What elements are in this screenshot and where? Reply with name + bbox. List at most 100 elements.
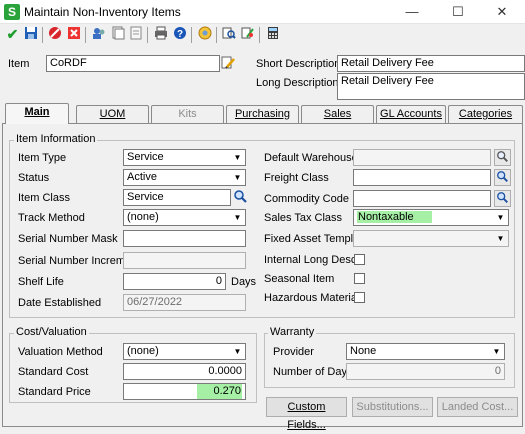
- fixed-asset-template-select[interactable]: ▼: [353, 230, 509, 247]
- hazardous-material-label: Hazardous Material: [264, 292, 360, 304]
- serial-mask-label: Serial Number Mask: [18, 233, 118, 245]
- shelf-life-field[interactable]: 0: [123, 273, 226, 290]
- standard-price-label: Standard Price: [18, 386, 91, 398]
- item-label: Item: [8, 58, 30, 70]
- track-method-label: Track Method: [18, 212, 85, 224]
- provider-label: Provider: [273, 346, 314, 358]
- sales-tax-class-select[interactable]: Nontaxable ▼: [353, 209, 509, 226]
- check-icon[interactable]: ✔: [4, 26, 21, 43]
- chevron-down-icon: ▼: [233, 173, 242, 182]
- item-type-label: Item Type: [18, 152, 67, 164]
- tab-categories[interactable]: Categories: [448, 105, 523, 123]
- toolbar-separator: [85, 27, 86, 43]
- seasonal-item-label: Seasonal Item: [264, 273, 335, 285]
- long-description-field[interactable]: Retail Delivery Fee: [337, 73, 525, 100]
- standard-price-value: 0.270: [197, 384, 242, 399]
- notes-icon[interactable]: [127, 26, 144, 43]
- status-label: Status: [18, 172, 50, 184]
- short-description-field[interactable]: Retail Delivery Fee: [337, 55, 525, 72]
- standard-price-field[interactable]: 0.270: [123, 383, 246, 400]
- commodity-code-label: Commodity Code: [264, 193, 349, 205]
- landed-cost-button[interactable]: Landed Cost...: [437, 397, 518, 417]
- toolbar-separator: [216, 27, 217, 43]
- freight-class-search-icon[interactable]: [494, 169, 511, 186]
- warranty-title: Warranty: [268, 326, 317, 338]
- tab-uom[interactable]: UOM: [76, 105, 149, 123]
- item-information-group: [9, 140, 515, 318]
- item-information-title: Item Information: [14, 133, 98, 145]
- long-description-label: Long Description: [256, 77, 339, 89]
- sales-tax-class-value: Nontaxable: [357, 211, 432, 223]
- valuation-method-label: Valuation Method: [18, 346, 103, 358]
- close-button[interactable]: ✕: [479, 0, 525, 24]
- serial-increment-field[interactable]: [123, 252, 246, 269]
- delete-icon[interactable]: [46, 26, 63, 43]
- cancel-icon[interactable]: [65, 26, 82, 43]
- toolbar-separator: [191, 27, 192, 43]
- item-class-label: Item Class: [18, 192, 70, 204]
- chevron-down-icon: ▼: [233, 153, 242, 162]
- chevron-down-icon: ▼: [496, 234, 505, 243]
- short-description-label: Short Description: [256, 58, 341, 70]
- freight-class-field[interactable]: [353, 169, 491, 186]
- serial-increment-label: Serial Number Increment: [18, 255, 141, 267]
- chevron-down-icon: ▼: [233, 213, 242, 222]
- tab-purchasing[interactable]: Purchasing: [226, 105, 299, 123]
- tab-gl-accounts[interactable]: GL Accounts: [376, 105, 446, 123]
- maximize-button[interactable]: ☐: [435, 0, 481, 24]
- tab-sales[interactable]: Sales: [301, 105, 374, 123]
- print-icon[interactable]: [152, 26, 169, 43]
- substitutions-button[interactable]: Substitutions...: [352, 397, 433, 417]
- hazardous-material-checkbox[interactable]: [354, 292, 365, 303]
- item-edit-icon[interactable]: [221, 55, 238, 72]
- item-class-search-icon[interactable]: [233, 189, 248, 204]
- standard-cost-field[interactable]: 0.0000: [123, 363, 246, 380]
- valuation-method-select[interactable]: (none) ▼: [123, 343, 246, 360]
- sales-tax-class-label: Sales Tax Class: [264, 212, 343, 224]
- window-title: Maintain Non-Inventory Items: [24, 5, 181, 19]
- commodity-code-field[interactable]: [353, 190, 491, 207]
- provider-select[interactable]: None ▼: [346, 343, 505, 360]
- default-warehouse-label: Default Warehouse: [264, 152, 358, 164]
- save-icon[interactable]: [22, 26, 39, 43]
- commodity-code-search-icon[interactable]: [494, 190, 511, 207]
- item-type-select[interactable]: Service ▼: [123, 149, 246, 166]
- settings-icon[interactable]: [196, 26, 213, 43]
- track-method-select[interactable]: (none) ▼: [123, 209, 246, 226]
- cost-valuation-title: Cost/Valuation: [14, 326, 89, 338]
- toolbar-separator: [42, 27, 43, 43]
- people-icon[interactable]: [90, 26, 107, 43]
- internal-long-desc-checkbox[interactable]: [354, 254, 365, 265]
- number-of-days-field[interactable]: 0: [346, 363, 505, 380]
- date-established-label: Date Established: [18, 297, 102, 309]
- number-of-days-label: Number of Days: [273, 366, 353, 378]
- serial-mask-field[interactable]: [123, 230, 246, 247]
- seasonal-item-checkbox[interactable]: [354, 273, 365, 284]
- toolbar: ✔ ?: [0, 24, 525, 46]
- standard-cost-label: Standard Cost: [18, 366, 89, 378]
- default-warehouse-search-icon[interactable]: [494, 149, 511, 166]
- minimize-button[interactable]: —: [389, 0, 435, 24]
- custom-fields-button[interactable]: Custom Fields...: [266, 397, 347, 431]
- status-select[interactable]: Active ▼: [123, 169, 246, 186]
- lookup-edit-icon[interactable]: [239, 26, 256, 43]
- internal-long-desc-label: Internal Long Desc: [264, 254, 357, 266]
- date-established-field[interactable]: 06/27/2022: [123, 294, 246, 311]
- app-icon: S: [4, 4, 20, 20]
- shelf-life-label: Shelf Life: [18, 276, 64, 288]
- tab-main[interactable]: Main: [5, 103, 69, 124]
- default-warehouse-field[interactable]: [353, 149, 491, 166]
- calculator-icon[interactable]: [264, 26, 281, 43]
- tab-kits[interactable]: Kits: [151, 105, 224, 123]
- shelf-life-unit: Days: [231, 276, 257, 288]
- item-field[interactable]: CoRDF: [46, 55, 220, 72]
- svg-text:?: ?: [176, 29, 182, 40]
- lookup-icon[interactable]: [220, 26, 237, 43]
- chevron-down-icon: ▼: [496, 213, 505, 222]
- copy-icon[interactable]: [109, 26, 126, 43]
- freight-class-label: Freight Class: [264, 172, 329, 184]
- chevron-down-icon: ▼: [233, 347, 242, 356]
- item-class-field[interactable]: Service: [123, 189, 231, 206]
- help-icon[interactable]: ?: [171, 26, 188, 43]
- title-bar: S Maintain Non-Inventory Items — ☐ ✕: [0, 0, 525, 24]
